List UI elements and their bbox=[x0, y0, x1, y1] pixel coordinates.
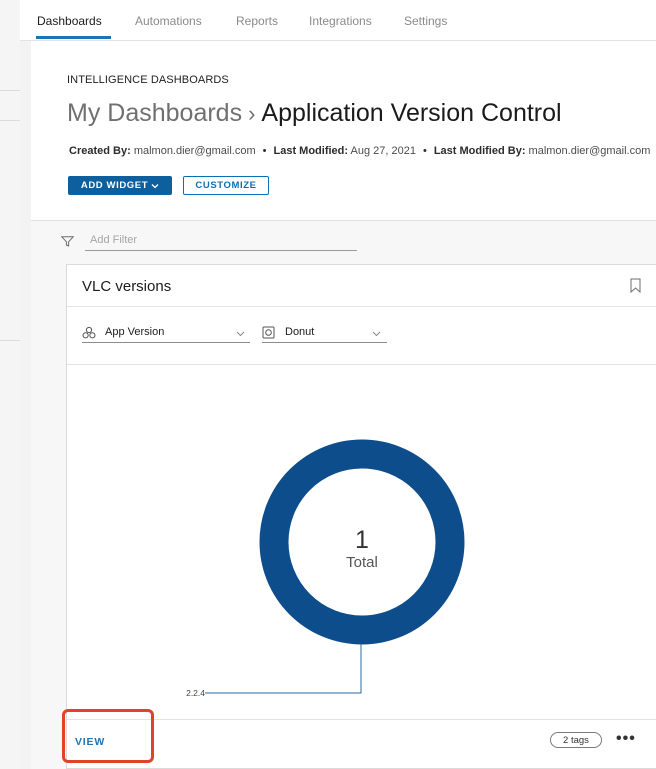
group-icon bbox=[82, 326, 96, 342]
add-widget-label: ADD WIDGET bbox=[80, 180, 149, 191]
breadcrumb-separator: › bbox=[248, 101, 256, 126]
chart-type-icon bbox=[262, 326, 275, 342]
last-modified-by-label: Last Modified By: bbox=[433, 145, 526, 157]
dashboard-meta: Created By: malmon.dier@gmail.com • Last M… bbox=[69, 145, 650, 157]
title-row: My Dashboards › Application Version Contro… bbox=[67, 99, 562, 128]
last-modified-label: Last Modified: bbox=[273, 145, 349, 157]
bookmark-icon[interactable] bbox=[630, 278, 641, 298]
chevron-down-icon bbox=[151, 183, 159, 188]
chart-type-value: Donut bbox=[285, 326, 315, 338]
tab-automations[interactable]: Automations bbox=[135, 14, 202, 28]
dashboard-content: Add Filter VLC versions App Version Donu… bbox=[31, 221, 656, 769]
customize-button[interactable]: CUSTOMIZE bbox=[183, 176, 269, 195]
tab-dashboards[interactable]: Dashboards bbox=[37, 14, 102, 28]
group-by-select[interactable]: App Version bbox=[82, 325, 250, 343]
outer-left-strip bbox=[0, 0, 21, 769]
chart-type-select[interactable]: Donut bbox=[262, 325, 387, 343]
strip-divider bbox=[0, 120, 20, 121]
top-nav: Dashboards Automations Reports Integrati… bbox=[20, 0, 656, 41]
filter-input[interactable]: Add Filter bbox=[85, 233, 357, 251]
tab-reports[interactable]: Reports bbox=[236, 14, 278, 28]
widget-title: VLC versions bbox=[82, 278, 172, 295]
created-by-value: malmon.dier@gmail.com bbox=[133, 145, 256, 157]
created-by-label: Created By: bbox=[69, 145, 131, 157]
dashboard-header: INTELLIGENCE DASHBOARDS My Dashboards › Ap… bbox=[31, 41, 656, 221]
section-eyebrow: INTELLIGENCE DASHBOARDS bbox=[67, 74, 229, 86]
more-menu-icon[interactable]: ••• bbox=[616, 731, 636, 747]
card-divider bbox=[67, 719, 656, 720]
slice-label: 2.2.4 bbox=[186, 688, 205, 698]
slice-leader-line bbox=[205, 644, 362, 694]
group-by-value: App Version bbox=[105, 326, 165, 338]
strip-divider bbox=[0, 340, 20, 341]
tab-settings[interactable]: Settings bbox=[404, 14, 447, 28]
page-title: Application Version Control bbox=[261, 99, 562, 127]
last-modified-by-value: malmon.dier@gmail.com bbox=[528, 145, 651, 157]
filter-icon[interactable] bbox=[60, 234, 75, 252]
donut-center-label: Total bbox=[346, 554, 378, 571]
last-modified-value: Aug 27, 2021 bbox=[350, 145, 416, 157]
breadcrumb-my-dashboards[interactable]: My Dashboards bbox=[67, 99, 242, 127]
tab-integrations[interactable]: Integrations bbox=[309, 14, 372, 28]
card-divider bbox=[67, 306, 656, 307]
meta-dot: • bbox=[422, 145, 427, 157]
chevron-down-icon bbox=[236, 328, 245, 340]
strip-divider bbox=[0, 90, 20, 91]
donut-chart: 1 Total 2.2.4 bbox=[186, 439, 465, 698]
tags-badge[interactable]: 2 tags bbox=[550, 732, 602, 748]
active-tab-indicator bbox=[36, 36, 111, 39]
donut-center-value: 1 bbox=[355, 526, 369, 554]
view-link[interactable]: VIEW bbox=[75, 736, 105, 748]
meta-dot: • bbox=[262, 145, 267, 157]
widget-card: VLC versions App Version Donut 1 Total 2… bbox=[62, 264, 656, 769]
chevron-down-icon bbox=[372, 328, 381, 340]
add-widget-button[interactable]: ADD WIDGET bbox=[68, 176, 172, 195]
